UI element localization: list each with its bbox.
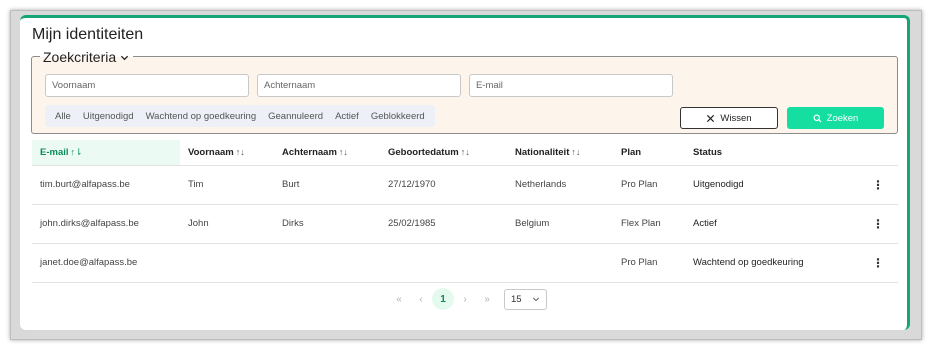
- close-icon: [707, 114, 715, 122]
- status-filter-bar: Alle Uitgenodigd Wachtend op goedkeuring…: [45, 105, 435, 127]
- cell-plan: Pro Plan: [613, 243, 685, 283]
- search-button-label: Zoeken: [826, 112, 859, 124]
- filter-cancelled[interactable]: Geannuleerd: [262, 111, 329, 122]
- last-name-input[interactable]: [257, 74, 461, 97]
- cell-birth-date: 27/12/1970: [380, 165, 507, 205]
- column-status: Status: [685, 140, 858, 166]
- cell-nationality: [507, 243, 613, 283]
- prev-page-button[interactable]: ‹: [410, 288, 432, 310]
- row-menu-icon[interactable]: ⋮: [858, 165, 898, 205]
- sort-icon: ↑↓: [571, 146, 581, 157]
- column-email-label: E-mail: [40, 146, 69, 158]
- cell-nationality: Belgium: [507, 204, 613, 244]
- column-status-label: Status: [693, 146, 723, 158]
- current-page[interactable]: 1: [432, 288, 454, 310]
- cell-email: tim.burt@alfapass.be: [32, 165, 180, 205]
- column-last-name-label: Achternaam: [282, 146, 337, 158]
- table-row[interactable]: tim.burt@alfapass.be Tim Burt 27/12/1970…: [32, 165, 898, 205]
- criteria-legend: Zoekcriteria: [43, 49, 117, 65]
- cell-status: Uitgenodigd: [685, 165, 858, 205]
- cell-nationality: Netherlands: [507, 165, 613, 205]
- column-plan-label: Plan: [621, 146, 642, 158]
- chevron-down-icon: [121, 55, 129, 60]
- first-page-button[interactable]: «: [388, 288, 410, 310]
- column-email[interactable]: E-mail ↑⇂: [32, 140, 180, 166]
- table-row[interactable]: john.dirks@alfapass.be John Dirks 25/02/…: [32, 204, 898, 244]
- cell-email: john.dirks@alfapass.be: [32, 204, 180, 244]
- table-row[interactable]: janet.doe@alfapass.be Pro Plan Wachtend …: [32, 243, 898, 283]
- sort-asc-icon: ↑⇂: [70, 146, 83, 157]
- cell-last-name: Burt: [274, 165, 380, 205]
- column-nationality-label: Nationaliteit: [515, 146, 570, 158]
- table-header-row: E-mail ↑⇂ Voornaam ↑↓ Achternaam ↑↓ Geboort…: [32, 140, 898, 166]
- sort-icon: ↑↓: [235, 146, 245, 157]
- identities-table: E-mail ↑⇂ Voornaam ↑↓ Achternaam ↑↓ Geboort…: [32, 140, 898, 283]
- cell-plan: Pro Plan: [613, 165, 685, 205]
- filter-pending[interactable]: Wachtend op goedkeuring: [140, 111, 263, 122]
- page-size-select[interactable]: 15: [504, 288, 547, 310]
- cell-last-name: Dirks: [274, 204, 380, 244]
- cell-first-name: John: [180, 204, 274, 244]
- row-menu-icon[interactable]: ⋮: [858, 204, 898, 244]
- sort-icon: ↑↓: [460, 146, 470, 157]
- filter-invited[interactable]: Uitgenodigd: [77, 111, 140, 122]
- chevron-down-icon: [532, 297, 540, 302]
- cell-birth-date: 25/02/1985: [380, 204, 507, 244]
- page-title: Mijn identiteiten: [32, 26, 144, 43]
- column-birth-date[interactable]: Geboortedatum ↑↓: [380, 140, 507, 166]
- identities-card: Mijn identiteiten Zoekcriteria Alle Uitg…: [20, 15, 910, 330]
- column-nationality[interactable]: Nationaliteit ↑↓: [507, 140, 613, 166]
- last-page-button[interactable]: »: [476, 288, 498, 310]
- search-criteria-panel: Zoekcriteria Alle Uitgenodigd Wachtend o…: [31, 48, 898, 134]
- column-actions: [858, 140, 898, 166]
- pagination: « ‹ 1 › » 15: [388, 288, 547, 310]
- row-menu-icon[interactable]: ⋮: [858, 243, 898, 283]
- filter-blocked[interactable]: Geblokkeerd: [365, 111, 431, 122]
- criteria-toggle[interactable]: Zoekcriteria: [40, 48, 134, 66]
- clear-button[interactable]: Wissen: [680, 107, 778, 129]
- cell-first-name: [180, 243, 274, 283]
- search-button[interactable]: Zoeken: [787, 107, 884, 129]
- column-birth-date-label: Geboortedatum: [388, 146, 459, 158]
- clear-button-label: Wissen: [720, 112, 752, 124]
- email-input[interactable]: [469, 74, 673, 97]
- sort-icon: ↑↓: [338, 146, 348, 157]
- cell-status: Actief: [685, 204, 858, 244]
- cell-plan: Flex Plan: [613, 204, 685, 244]
- cell-birth-date: [380, 243, 507, 283]
- search-icon: [813, 113, 822, 123]
- column-last-name[interactable]: Achternaam ↑↓: [274, 140, 380, 166]
- cell-status: Wachtend op goedkeuring: [685, 243, 858, 283]
- cell-first-name: Tim: [180, 165, 274, 205]
- column-first-name[interactable]: Voornaam ↑↓: [180, 140, 274, 166]
- column-plan: Plan: [613, 140, 685, 166]
- cell-email: janet.doe@alfapass.be: [32, 243, 180, 283]
- next-page-button[interactable]: ›: [454, 288, 476, 310]
- filter-active[interactable]: Actief: [329, 111, 365, 122]
- first-name-input[interactable]: [45, 74, 249, 97]
- filter-all[interactable]: Alle: [49, 111, 77, 122]
- column-first-name-label: Voornaam: [188, 146, 234, 158]
- cell-last-name: [274, 243, 380, 283]
- page-size-value: 15: [511, 293, 522, 305]
